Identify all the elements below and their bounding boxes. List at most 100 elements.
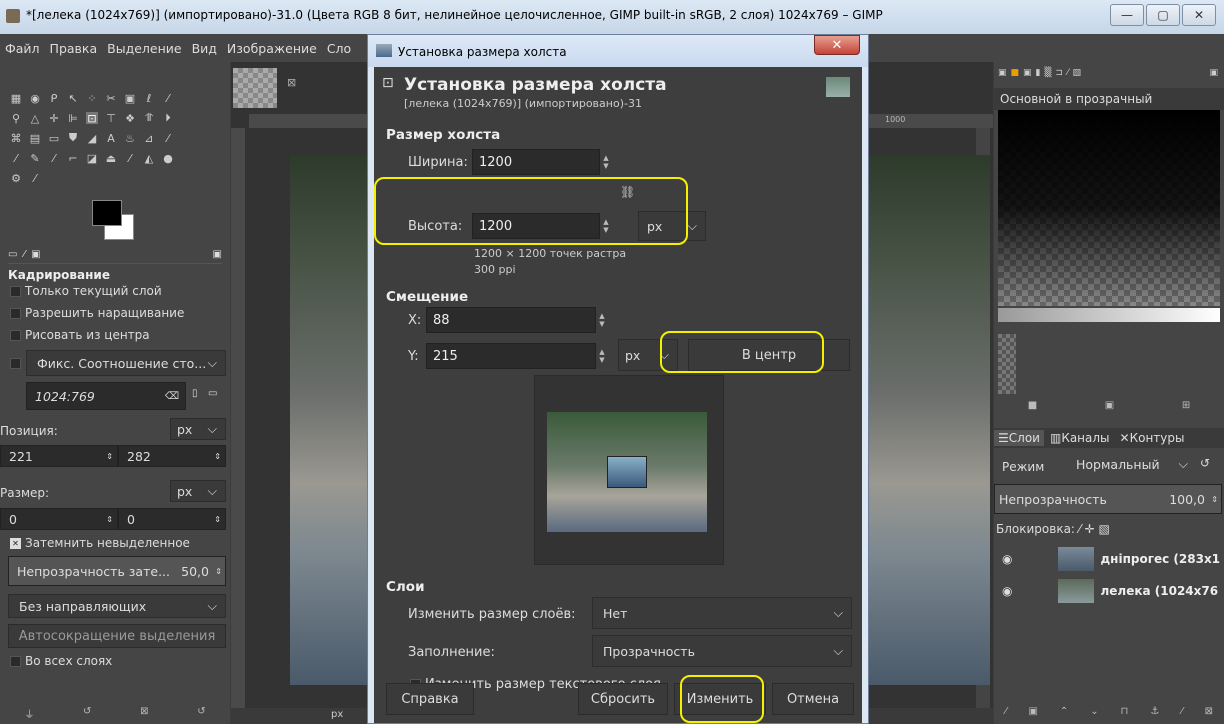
help-button[interactable]: Справка: [386, 683, 474, 715]
width-input[interactable]: 1200: [472, 149, 600, 175]
spin-up-icon[interactable]: ▲: [599, 312, 604, 320]
align-icon[interactable]: ⊫: [67, 112, 79, 125]
allow-growing-checkbox[interactable]: [10, 308, 21, 319]
lasso-icon[interactable]: ᑭ: [48, 92, 60, 105]
doc-tab-icon[interactable]: ▮: [1036, 68, 1041, 82]
gegl-icon[interactable]: ⁄: [29, 172, 41, 185]
auto-shrink-button[interactable]: Автосокращение выделения: [8, 624, 226, 648]
anchor-icon[interactable]: ⚓: [1150, 706, 1159, 724]
position-x-input[interactable]: 221 ⇕: [0, 445, 118, 467]
brush-tab-icon[interactable]: ▣: [998, 68, 1007, 82]
pencil-tab-icon[interactable]: ⁄: [1067, 68, 1069, 82]
zoom-icon[interactable]: ⚲: [10, 112, 22, 125]
image-tab-thumbnail[interactable]: [233, 68, 277, 108]
cancel-button[interactable]: Отмена: [772, 683, 854, 715]
gradient-editor-bar[interactable]: [998, 308, 1220, 322]
mask-icon[interactable]: ⁄: [1181, 706, 1183, 724]
panel-menu-icon[interactable]: ▣: [1209, 68, 1218, 82]
color-picker-icon[interactable]: ⁄: [162, 92, 174, 105]
all-layers-option[interactable]: Во всех слоях: [10, 654, 112, 668]
spin-up-icon[interactable]: ▲: [599, 348, 604, 356]
blur-icon[interactable]: ⏏: [105, 152, 117, 165]
paths-icon[interactable]: ℓ: [143, 92, 155, 105]
gradient-tab-icon[interactable]: ▒: [1045, 68, 1052, 82]
fill-icon[interactable]: ▣: [1105, 400, 1114, 416]
heal-icon[interactable]: ⌐: [67, 152, 79, 165]
draw-from-center-option[interactable]: Рисовать из центра: [10, 328, 150, 342]
raise-layer-icon[interactable]: ⌃: [1060, 706, 1068, 724]
draw-from-center-checkbox[interactable]: [10, 330, 21, 341]
flip-icon[interactable]: ⏵: [162, 111, 174, 124]
unified-transform-icon[interactable]: ⊤: [105, 112, 117, 125]
crop-icon[interactable]: ⊡: [86, 112, 98, 125]
offset-preview[interactable]: [534, 375, 724, 565]
highlight-opacity-slider[interactable]: Непрозрачность зате... 50,0 ⇕: [8, 556, 226, 586]
all-layers-checkbox[interactable]: [10, 656, 21, 667]
lock-position-icon[interactable]: ✛: [1085, 522, 1095, 536]
menu-file[interactable]: Файл: [0, 41, 45, 56]
grid-icon[interactable]: ⊞: [1182, 400, 1190, 416]
font-tab-icon[interactable]: ▣: [1023, 68, 1032, 82]
dialog-close-button[interactable]: ✕: [814, 35, 860, 55]
lower-layer-icon[interactable]: ⌄: [1090, 706, 1098, 724]
menu-layer[interactable]: Сло: [322, 41, 356, 56]
spin-down-icon[interactable]: ▼: [603, 162, 608, 170]
resize-layers-dropdown[interactable]: Нет ⌵: [592, 597, 852, 629]
clear-icon[interactable]: ⌫: [165, 391, 179, 402]
menu-image[interactable]: Изображение: [222, 41, 322, 56]
offset-y-input[interactable]: 215: [426, 343, 596, 369]
fixed-ratio-checkbox[interactable]: [10, 358, 21, 369]
spin-icon[interactable]: ⇕: [214, 452, 221, 461]
text-icon[interactable]: A: [105, 132, 117, 145]
vertical-ruler[interactable]: [231, 128, 245, 708]
landscape-icon[interactable]: ▭: [208, 388, 217, 399]
device-status-tab-icon[interactable]: ⁄: [23, 249, 25, 260]
width-spin[interactable]: ▲ ▼: [600, 149, 612, 175]
size-unit-dropdown[interactable]: px ⌵: [170, 480, 226, 502]
spin-down-icon[interactable]: ▼: [599, 356, 604, 364]
spin-up-icon[interactable]: ▲: [603, 154, 608, 162]
airbrush-icon[interactable]: ⁄: [10, 152, 22, 165]
smudge-icon[interactable]: ◪: [86, 152, 98, 165]
foreground-select-2-icon[interactable]: ⚙: [10, 172, 22, 185]
text-box-icon[interactable]: ▭: [48, 132, 60, 145]
close-window-button[interactable]: ✕: [1182, 4, 1216, 26]
fg-bg-colors[interactable]: [92, 200, 134, 240]
eraser-icon[interactable]: ◭: [143, 152, 155, 165]
lock-pixels-icon[interactable]: ⁄: [1079, 522, 1081, 536]
menu-edit[interactable]: Правка: [45, 41, 103, 56]
cage-icon[interactable]: ⌘: [10, 132, 22, 145]
drop-icon[interactable]: ●: [162, 152, 174, 165]
pattern-tab-icon[interactable]: ■: [1011, 68, 1020, 82]
fill-dropdown[interactable]: Прозрачность ⌵: [592, 635, 852, 667]
mode-dropdown[interactable]: Нормальный ⌵: [1066, 452, 1196, 476]
offset-x-spin[interactable]: ▲ ▼: [596, 307, 608, 333]
tab-layers[interactable]: ☰Слои: [994, 430, 1044, 446]
tool-options-tab-icon[interactable]: ▭: [8, 249, 17, 260]
fixed-ratio-dropdown[interactable]: Фикс. Соотношение сто... ⌵: [26, 350, 226, 376]
position-unit-dropdown[interactable]: px ⌵: [170, 418, 226, 440]
save-options-icon[interactable]: ⏚: [24, 706, 34, 724]
duplicate-layer-icon[interactable]: ⊓: [1120, 706, 1128, 724]
panel-menu-icon[interactable]: ▣: [213, 249, 222, 260]
lock-alpha-icon[interactable]: ▧: [1099, 522, 1110, 536]
maximize-button[interactable]: ▢: [1146, 4, 1180, 26]
portrait-icon[interactable]: ▯: [192, 388, 198, 399]
delete-layer-icon[interactable]: ⊠: [1205, 706, 1213, 724]
current-layer-only-checkbox[interactable]: [10, 286, 21, 297]
warp-icon[interactable]: ❖: [124, 112, 136, 125]
spin-icon[interactable]: ⇕: [1211, 495, 1218, 504]
measure-icon[interactable]: △: [29, 112, 41, 125]
mypaint-icon[interactable]: ⊿: [143, 132, 155, 145]
spin-icon[interactable]: ⇕: [106, 515, 113, 524]
highlight-option[interactable]: ✕ Затемнить невыделенное: [10, 536, 190, 550]
offset-y-spin[interactable]: ▲ ▼: [596, 343, 608, 369]
delete-options-icon[interactable]: ⊠: [140, 706, 148, 724]
opacity-slider[interactable]: Непрозрачность 100,0 ⇕: [994, 484, 1222, 514]
layer-row[interactable]: ◉ лелека (1024x76: [994, 574, 1224, 608]
spin-icon[interactable]: ⇕: [214, 515, 221, 524]
size-h-input[interactable]: 0 ⇕: [118, 508, 226, 530]
palette-tab-icon[interactable]: ⊐: [1055, 68, 1063, 82]
allow-growing-option[interactable]: Разрешить наращивание: [10, 306, 184, 320]
offset-x-input[interactable]: 88: [426, 307, 596, 333]
